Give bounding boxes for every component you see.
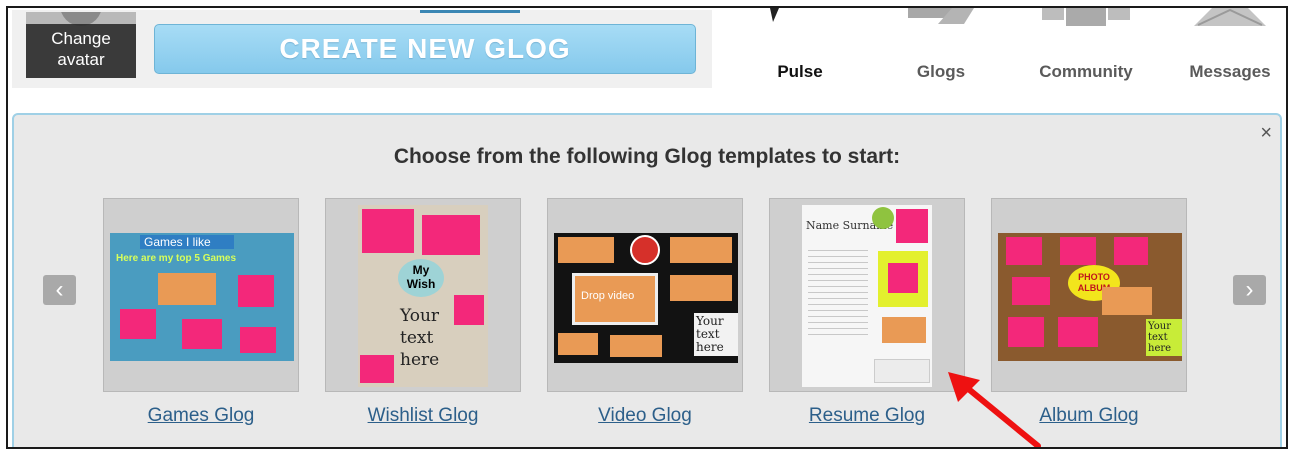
- nav-community[interactable]: Community: [1028, 8, 1144, 88]
- your-text-note: Your text here: [1146, 319, 1182, 356]
- album-artwork: PHOTO ALBUM Your text here: [998, 233, 1182, 361]
- drop-image-box: [1008, 317, 1044, 347]
- my-wish-bubble: My Wish: [398, 259, 444, 297]
- active-tab-indicator: [420, 10, 520, 13]
- panel-title: Choose from the following Glog templates…: [393, 145, 901, 168]
- create-new-glog-button[interactable]: CREATE NEW GLOG: [154, 24, 696, 74]
- video-artwork: Drop video Your text here: [554, 233, 738, 363]
- drop-image-box: [360, 355, 394, 383]
- your-text-note: Your text here: [694, 313, 738, 356]
- close-icon[interactable]: ×: [1260, 123, 1272, 143]
- nav-community-label: Community: [1039, 62, 1133, 81]
- drop-video-box: [558, 237, 614, 263]
- resume-contact-note: [874, 359, 930, 383]
- template-games-thumbnail[interactable]: Games I like Here are my top 5 Games: [103, 198, 299, 392]
- template-wishlist-thumbnail[interactable]: My Wish Your text here: [325, 198, 521, 392]
- template-video[interactable]: Drop video Your text here Video Glog: [547, 198, 743, 427]
- drop-video-box: [670, 237, 732, 263]
- pulse-icon: [770, 8, 779, 22]
- drop-video-box: [882, 317, 926, 343]
- template-resume-thumbnail[interactable]: Name Surname: [769, 198, 965, 392]
- envelope-icon: [1194, 8, 1266, 26]
- template-resume[interactable]: Name Surname Resume Glog: [769, 198, 965, 427]
- nav-messages-label: Messages: [1189, 62, 1271, 81]
- template-games-link[interactable]: Games Glog: [103, 405, 299, 427]
- template-wishlist[interactable]: My Wish Your text here Wishlist Glog: [325, 198, 521, 427]
- drop-video-box: [558, 333, 598, 355]
- community-icon: [1042, 8, 1130, 26]
- resume-artwork: Name Surname: [802, 205, 932, 387]
- nav-pulse[interactable]: Pulse: [760, 8, 840, 88]
- resume-text-lines: [808, 245, 868, 335]
- drop-image-box: [896, 209, 928, 243]
- resume-highlight: [878, 251, 928, 307]
- template-wishlist-link[interactable]: Wishlist Glog: [325, 405, 521, 427]
- drop-image-box: [182, 319, 222, 349]
- games-title-label: Games I like: [140, 235, 234, 249]
- drop-image-box: [1058, 317, 1098, 347]
- app-frame: Change avatar CREATE NEW GLOG Pulse Glog…: [6, 6, 1288, 449]
- wishlist-artwork: My Wish Your text here: [358, 205, 488, 387]
- drop-image-box: [1060, 237, 1096, 265]
- carousel-prev-button[interactable]: ‹: [43, 275, 76, 305]
- template-video-thumbnail[interactable]: Drop video Your text here: [547, 198, 743, 392]
- nav-messages[interactable]: Messages: [1180, 8, 1280, 88]
- templates-panel: × Choose from the following Glog templat…: [12, 113, 1282, 447]
- drop-image-box: [362, 209, 414, 253]
- drop-image-box: [1012, 277, 1050, 305]
- template-resume-link[interactable]: Resume Glog: [769, 405, 965, 427]
- your-text-here: Your text here: [400, 306, 440, 370]
- template-games[interactable]: Games I like Here are my top 5 Games Gam…: [103, 198, 299, 427]
- avatar[interactable]: Change avatar: [26, 12, 136, 78]
- my-photo-badge: [872, 207, 894, 229]
- drop-image-box: [888, 263, 918, 293]
- cool-videos-badge: [630, 235, 660, 265]
- glogs-icon: [908, 8, 974, 24]
- drop-image-box: [1114, 237, 1148, 265]
- template-video-link[interactable]: Video Glog: [547, 405, 743, 427]
- games-artwork: Games I like Here are my top 5 Games: [110, 233, 294, 361]
- drop-image-box: [240, 327, 276, 353]
- drop-image-box: [1006, 237, 1042, 265]
- change-avatar-line2: avatar: [57, 50, 105, 69]
- nav-pulse-label: Pulse: [777, 62, 823, 81]
- drop-image-box: [454, 295, 484, 325]
- drop-video-box: [158, 273, 216, 305]
- drop-video-box: [670, 275, 732, 301]
- carousel-next-button[interactable]: ›: [1233, 275, 1266, 305]
- games-subtitle: Here are my top 5 Games: [116, 253, 237, 264]
- nav-glogs-label: Glogs: [916, 62, 966, 81]
- change-avatar-line1: Change: [51, 29, 111, 48]
- drop-video-box: [610, 335, 662, 357]
- annotation-arrow-icon: [948, 372, 1041, 447]
- drop-image-box: [422, 215, 480, 255]
- nav-glogs[interactable]: Glogs: [900, 8, 982, 88]
- drop-image-box: [238, 275, 274, 307]
- drop-video-box: [1102, 287, 1152, 315]
- template-album-thumbnail[interactable]: PHOTO ALBUM Your text here: [991, 198, 1187, 392]
- drop-image-box: [120, 309, 156, 339]
- drop-video-text: Drop video: [581, 290, 635, 302]
- profile-strip: Change avatar CREATE NEW GLOG: [12, 10, 712, 88]
- change-avatar-button[interactable]: Change avatar: [26, 24, 136, 78]
- drop-video-main: Drop video: [572, 273, 658, 325]
